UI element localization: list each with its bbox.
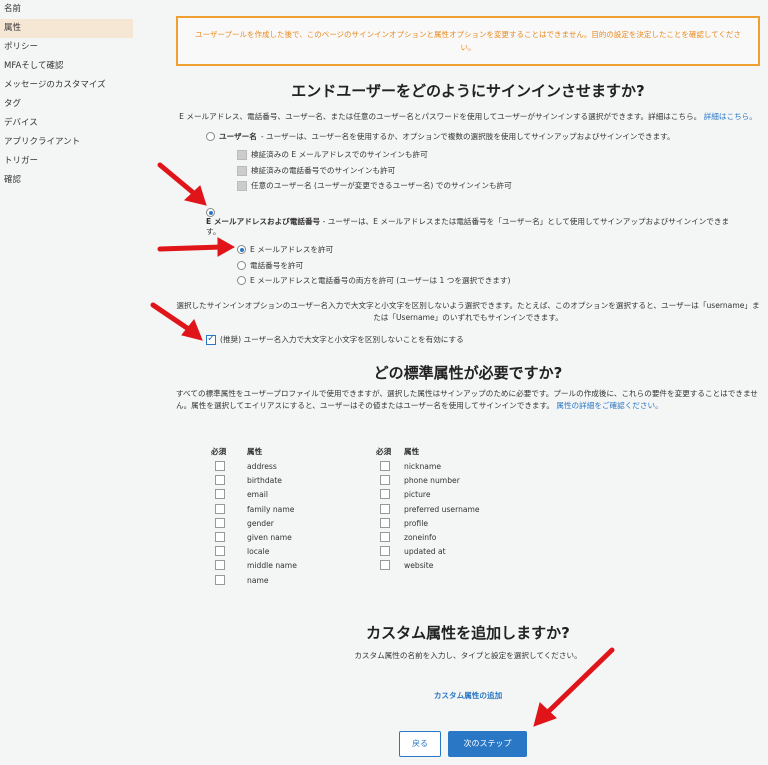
annotation-arrows [150, 162, 615, 727]
arrow-icon [157, 162, 199, 198]
arrow-icon [150, 302, 193, 333]
arrow-icon [545, 647, 615, 715]
arrow-icon [157, 244, 225, 252]
